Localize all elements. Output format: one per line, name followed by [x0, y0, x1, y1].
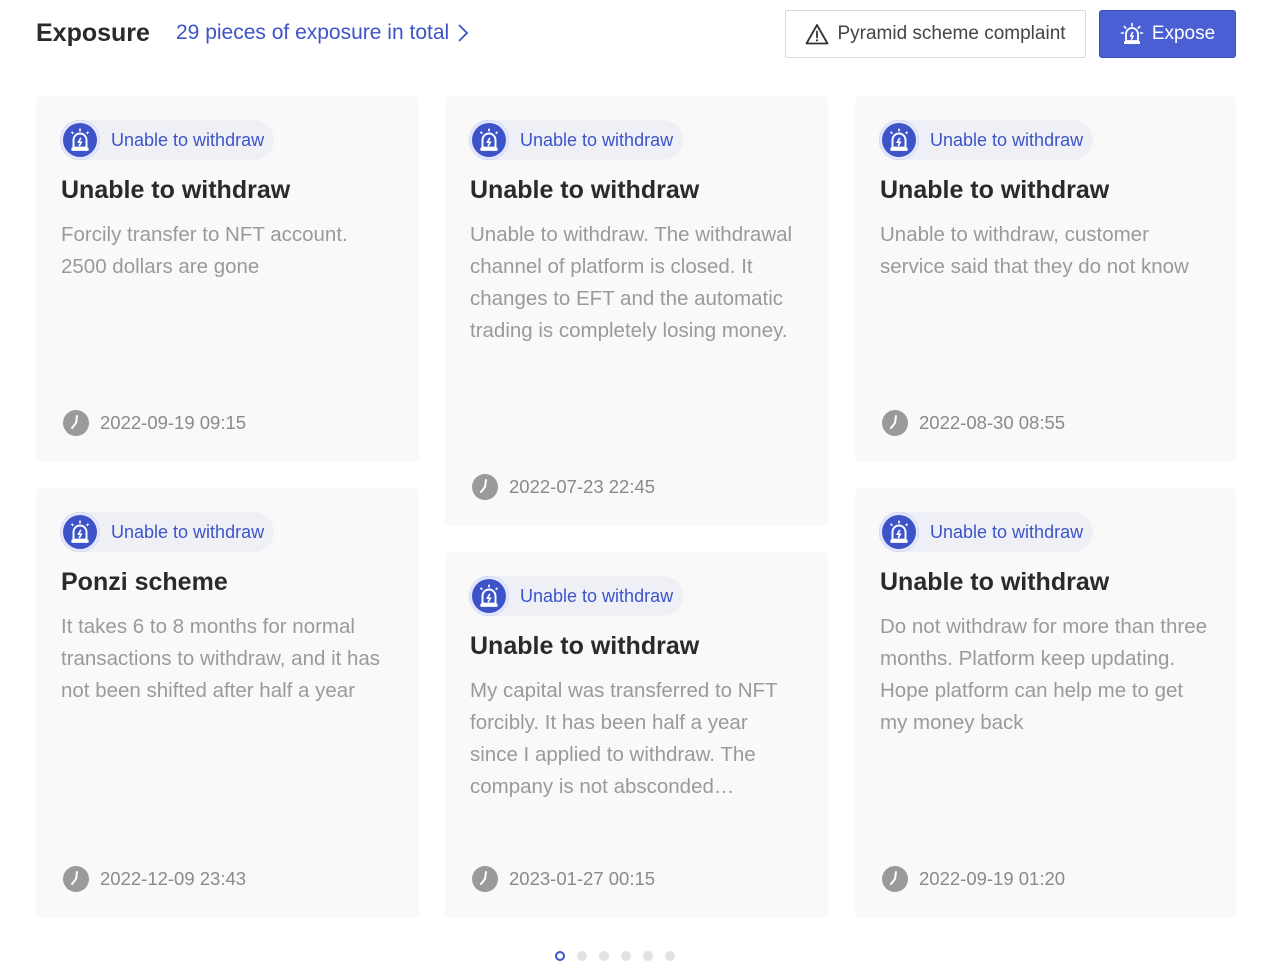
category-tag-label: Unable to withdraw: [520, 129, 674, 150]
pagination-dot-5[interactable]: [642, 951, 653, 961]
card-timestamp: 2022-07-23 22:45: [471, 473, 655, 501]
category-tag-label: Unable to withdraw: [520, 585, 674, 606]
pagination-dot-1[interactable]: [554, 951, 565, 961]
card-time-label: 2023-01-27 00:15: [509, 868, 656, 889]
pagination-dot-2[interactable]: [576, 951, 587, 961]
exposure-total-label: 29 pieces of exposure in total: [176, 21, 450, 44]
siren-badge-icon: [60, 120, 100, 160]
clock-icon: [882, 410, 908, 436]
card-time-label: 2022-07-23 22:45: [509, 476, 656, 497]
card-title: Unable to withdraw: [61, 176, 291, 204]
clock-icon: [472, 474, 498, 500]
category-tag: Unable to withdraw: [879, 512, 1094, 552]
card-description: Do not withdraw for more than three mont…: [880, 615, 1208, 734]
chevron-right-icon: [458, 24, 469, 42]
exposure-card[interactable]: Unable to withdraw Unable to withdraw Un…: [445, 96, 828, 526]
pyramid-complaint-button[interactable]: Pyramid scheme complaint: [785, 10, 1086, 58]
siren-badge-icon: [469, 576, 509, 616]
card-timestamp: 2023-01-27 00:15: [471, 865, 655, 893]
siren-badge-icon: [60, 512, 100, 552]
exposure-card[interactable]: Unable to withdraw Unable to withdraw Fo…: [36, 96, 419, 462]
card-timestamp: 2022-08-30 08:55: [881, 409, 1065, 437]
category-tag: Unable to withdraw: [469, 576, 684, 616]
card-time-label: 2022-12-09 23:43: [100, 868, 247, 889]
pagination-dot-6[interactable]: [664, 951, 675, 961]
card-description: Unable to withdraw, customer service sai…: [880, 223, 1189, 278]
clock-icon: [472, 866, 498, 892]
clock-icon: [882, 866, 908, 892]
card-description: It takes 6 to 8 months for normal transa…: [61, 615, 381, 702]
card-description: My capital was transferred to NFT forcib…: [470, 679, 778, 798]
card-time-label: 2022-08-30 08:55: [919, 412, 1066, 433]
expose-button[interactable]: Expose: [1099, 10, 1236, 58]
category-tag-label: Unable to withdraw: [111, 521, 265, 542]
exposure-card[interactable]: Unable to withdraw Ponzi scheme It takes…: [36, 488, 419, 918]
card-title: Unable to withdraw: [880, 568, 1110, 596]
card-timestamp: 2022-09-19 09:15: [62, 409, 246, 437]
category-tag-label: Unable to withdraw: [930, 521, 1084, 542]
card-title: Unable to withdraw: [470, 176, 700, 204]
card-timestamp: 2022-09-19 01:20: [881, 865, 1065, 893]
category-tag-label: Unable to withdraw: [930, 129, 1084, 150]
siren-badge-icon: [879, 512, 919, 552]
page-title: Exposure: [36, 19, 150, 47]
siren-icon: [1120, 22, 1144, 44]
card-description: Forcily transfer to NFT account. 2500 do…: [61, 223, 348, 278]
card-time-label: 2022-09-19 09:15: [100, 412, 247, 433]
pagination-dot-3[interactable]: [598, 951, 609, 961]
warning-icon: [806, 24, 829, 45]
card-description: Unable to withdraw. The withdrawal chann…: [470, 223, 793, 342]
card-title: Unable to withdraw: [880, 176, 1110, 204]
category-tag: Unable to withdraw: [60, 512, 275, 552]
card-time-label: 2022-09-19 01:20: [919, 868, 1066, 889]
card-title: Ponzi scheme: [61, 568, 228, 596]
clock-icon: [63, 410, 89, 436]
expose-label: Expose: [1151, 23, 1216, 44]
clock-icon: [63, 866, 89, 892]
category-tag: Unable to withdraw: [879, 120, 1094, 160]
category-tag: Unable to withdraw: [469, 120, 684, 160]
page-header: Exposure 29 pieces of exposure in total …: [0, 0, 1269, 70]
exposure-total-link[interactable]: 29 pieces of exposure in total: [176, 21, 469, 45]
exposure-card[interactable]: Unable to withdraw Unable to withdraw My…: [445, 552, 828, 918]
carousel-pagination: [0, 951, 1269, 961]
card-title: Unable to withdraw: [470, 632, 700, 660]
category-tag: Unable to withdraw: [60, 120, 275, 160]
exposure-card[interactable]: Unable to withdraw Unable to withdraw Do…: [855, 488, 1236, 918]
pyramid-complaint-label: Pyramid scheme complaint: [837, 23, 1066, 44]
siren-badge-icon: [879, 120, 919, 160]
pagination-dot-4[interactable]: [620, 951, 631, 961]
card-timestamp: 2022-12-09 23:43: [62, 865, 246, 893]
exposure-card[interactable]: Unable to withdraw Unable to withdraw Un…: [855, 96, 1236, 462]
category-tag-label: Unable to withdraw: [111, 129, 265, 150]
siren-badge-icon: [469, 120, 509, 160]
